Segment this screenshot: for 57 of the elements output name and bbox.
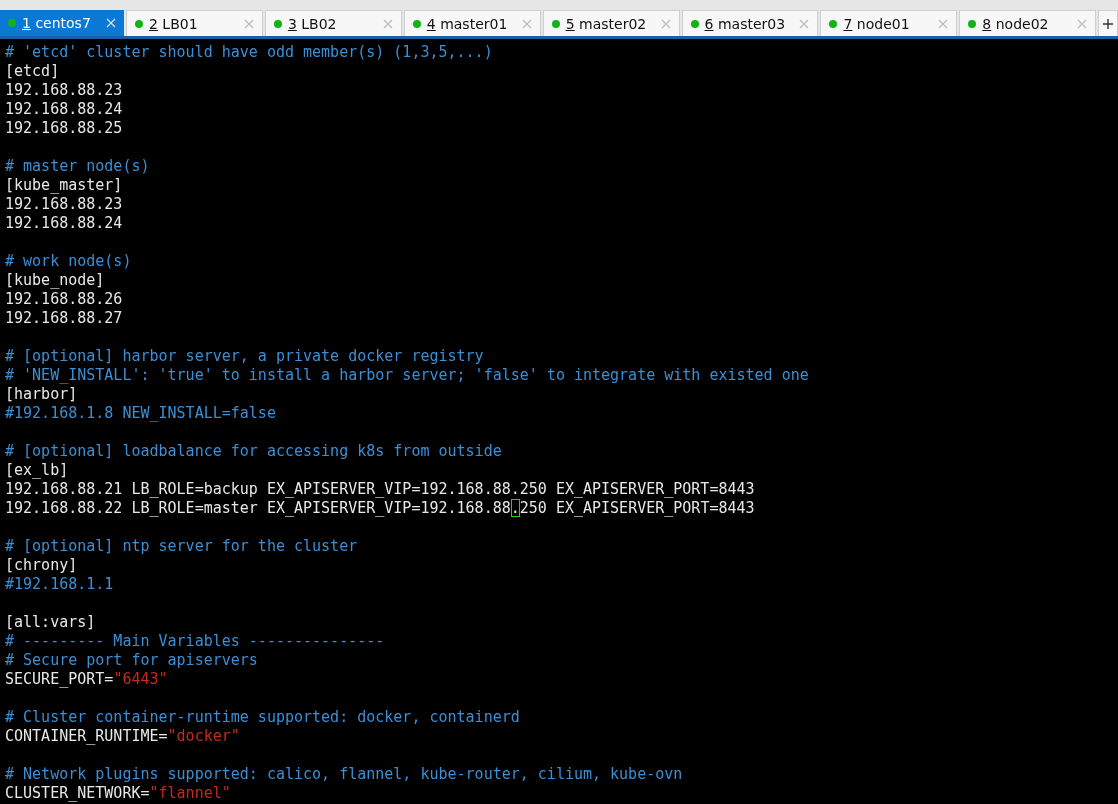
terminal-line: # 'etcd' cluster should have odd member(s) (1,3,5,...): [5, 43, 494, 62]
terminal-line: 192.168.88.23: [5, 81, 124, 100]
terminal-line: # 'NEW_INSTALL': 'true' to install a harbor server; 'false' to integrate with existed one: [5, 366, 810, 385]
terminal-line: [kube_master]: [5, 176, 124, 195]
terminal-line: [harbor]: [5, 385, 79, 404]
session-tab[interactable]: 6 master03: [681, 10, 819, 36]
terminal-line: 192.168.88.23: [5, 195, 124, 214]
terminal-line: [chrony]: [5, 556, 79, 575]
close-icon[interactable]: [938, 18, 949, 29]
terminal-line: [ex_lb]: [5, 461, 70, 480]
session-tab[interactable]: 4 master01: [403, 10, 541, 36]
terminal-line: [kube_node]: [5, 271, 106, 290]
terminal-line: # Network plugins supported: calico, flannel, kube-router, cilium, kube-ovn: [5, 765, 684, 784]
terminal-line: CONTAINER_RUNTIME="docker": [5, 727, 241, 746]
close-icon[interactable]: [799, 18, 810, 29]
terminal-line: # [optional] loadbalance for accessing k8s from outside: [5, 442, 503, 461]
close-icon[interactable]: [243, 18, 254, 29]
session-tab[interactable]: 1 centos7: [0, 10, 124, 36]
terminal-line: 192.168.88.27: [5, 309, 124, 328]
session-tab[interactable]: 8 node02: [959, 10, 1097, 36]
terminal-line: # [optional] harbor server, a private docker registry: [5, 347, 485, 366]
terminal-line: #192.168.1.8 NEW_INSTALL=false: [5, 404, 277, 423]
terminal-line: # work node(s): [5, 252, 133, 271]
close-icon[interactable]: [521, 18, 532, 29]
status-dot-icon: [968, 19, 977, 28]
terminal-line: # Secure port for apiservers: [5, 651, 259, 670]
status-dot-icon: [829, 19, 838, 28]
session-tab[interactable]: 2 LB01: [126, 10, 263, 36]
close-icon[interactable]: [660, 18, 671, 29]
status-dot-icon: [135, 19, 143, 28]
status-dot-icon: [412, 19, 421, 28]
terminal-line: 192.168.88.26: [5, 290, 124, 309]
terminal-line: 192.168.88.24: [5, 100, 124, 119]
session-tab[interactable]: 7 node01: [820, 10, 958, 36]
terminal-line: SECURE_PORT="6443": [5, 670, 169, 689]
new-tab-button[interactable]: [1098, 10, 1118, 36]
terminal-line: # master node(s): [5, 157, 151, 176]
status-dot-icon: [690, 19, 699, 28]
close-icon[interactable]: [382, 18, 393, 29]
session-tab[interactable]: 5 master02: [542, 10, 680, 36]
terminal-line: 192.168.88.21 LB_ROLE=backup EX_APISERVER_VIP=192.168.88.250 EX_APISERVER_PORT=8443: [5, 480, 756, 499]
plus-icon: [1103, 18, 1114, 29]
status-dot-icon: [551, 19, 560, 28]
status-dot-icon: [273, 19, 282, 28]
session-tab[interactable]: 3 LB02: [264, 10, 402, 36]
terminal-line: #192.168.1.1: [5, 575, 115, 594]
terminal-line: [etcd]: [5, 62, 61, 81]
terminal-line: # --------- Main Variables ---------------: [5, 632, 386, 651]
terminal-line: # Cluster container-runtime supported: docker, containerd: [5, 708, 521, 727]
terminal-line: 192.168.88.25: [5, 119, 124, 138]
terminal-line: 192.168.88.24: [5, 214, 124, 233]
close-icon[interactable]: [1077, 18, 1088, 29]
terminal-line: CLUSTER_NETWORK="flannel": [5, 784, 232, 803]
terminal-line: 192.168.88.22 LB_ROLE=master EX_APISERVER_VIP=192.168.88.250 EX_APISERVER_PORT=8443: [5, 499, 756, 518]
terminal-line: # [optional] ntp server for the cluster: [5, 537, 359, 556]
terminal-line: [all:vars]: [5, 613, 97, 632]
status-dot-icon: [8, 19, 16, 27]
